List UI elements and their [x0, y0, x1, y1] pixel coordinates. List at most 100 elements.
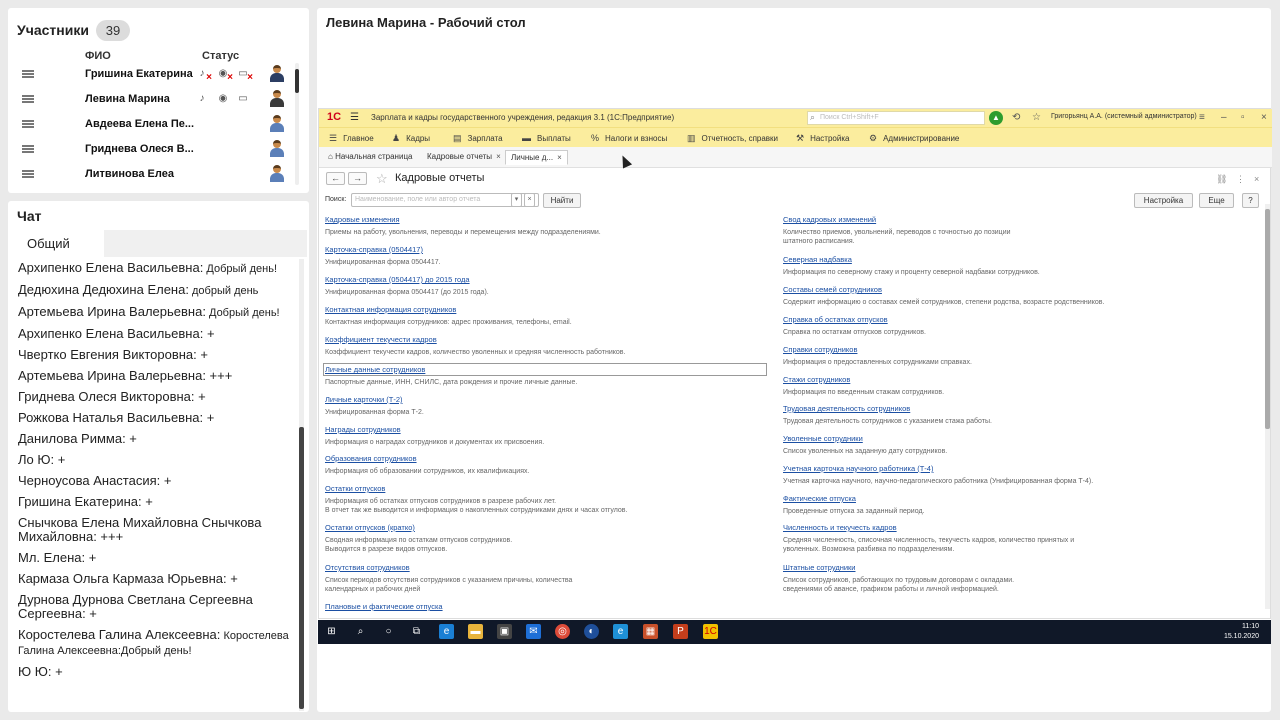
form-scrollbar[interactable] — [1265, 204, 1270, 609]
report-link[interactable]: Северная надбавка — [783, 255, 1223, 264]
conference-app-icon[interactable]: ◐ — [584, 624, 599, 639]
microphone-icon[interactable]: ♪ — [196, 93, 208, 105]
menu-icon[interactable]: ☰ — [350, 112, 359, 123]
microphone-off-icon[interactable]: ♪ — [196, 68, 212, 84]
cortana-icon[interactable]: ○ — [381, 624, 396, 639]
drag-handle-icon[interactable] — [22, 170, 34, 178]
nav-payments[interactable]: ▬ Выплаты — [522, 133, 571, 143]
close-tab-icon[interactable]: × — [496, 152, 501, 161]
nav-settings[interactable]: ⚒ Настройка — [796, 133, 849, 144]
favorite-star-icon[interactable]: ☆ — [376, 171, 388, 187]
report-link[interactable]: Карточка-справка (0504417) — [325, 245, 765, 254]
camera-off-icon[interactable]: ◉ — [217, 68, 233, 84]
nav-salary[interactable]: ▤ Зарплата — [453, 133, 503, 144]
minimize-icon[interactable]: – — [1221, 112, 1227, 123]
drag-handle-icon[interactable] — [22, 120, 34, 128]
tab-personal-data[interactable]: Личные д... × — [505, 150, 568, 165]
drag-handle-icon[interactable] — [22, 70, 34, 78]
favorites-icon[interactable]: ☆ — [1032, 112, 1041, 123]
link-icon[interactable]: ⛓ — [1216, 174, 1227, 185]
mail-icon[interactable]: ✉ — [526, 624, 541, 639]
report-item: Трудовая деятельность сотрудников Трудова… — [783, 404, 1223, 426]
report-link[interactable]: Справки сотрудников — [783, 345, 1223, 354]
onec-taskbar-icon[interactable]: 1С — [703, 624, 718, 639]
camera-icon[interactable]: ◉ — [217, 93, 229, 105]
report-link[interactable]: Справка об остатках отпусков — [783, 315, 1223, 324]
report-link[interactable]: Свод кадровых изменений — [783, 215, 1223, 224]
forward-button[interactable]: → — [348, 172, 367, 185]
report-link[interactable]: Кадровые изменения — [325, 215, 765, 224]
chat-message: Снычкова Елена Михайловна Снычкова Михай… — [18, 516, 298, 544]
participant-row[interactable]: Гриднева Олеся В... — [8, 137, 298, 162]
participant-row[interactable]: Левина Марина ♪ ◉ ▭ — [8, 87, 298, 112]
column-header-name: ФИО — [85, 50, 111, 62]
file-explorer-icon[interactable]: ▬ — [468, 624, 483, 639]
drag-handle-icon[interactable] — [22, 95, 34, 103]
task-view-icon[interactable]: ⧉ — [409, 624, 424, 639]
report-link[interactable]: Остатки отпусков (кратко) — [325, 523, 765, 532]
nav-admin[interactable]: ⚙ Администрирование — [869, 133, 959, 144]
internet-explorer-icon[interactable]: e — [613, 624, 628, 639]
report-link[interactable]: Уволенные сотрудники — [783, 434, 1223, 443]
report-link[interactable]: Учетная карточка научного работника (Т-4… — [783, 464, 1223, 473]
search-icon[interactable]: ⌕ — [353, 624, 368, 639]
back-button[interactable]: ← — [326, 172, 345, 185]
maximize-icon[interactable]: ▫ — [1241, 112, 1245, 123]
report-link[interactable]: Коэффициент текучести кадров — [325, 335, 765, 344]
search-clear-icon[interactable]: × — [524, 193, 535, 207]
report-link[interactable]: Награды сотрудников — [325, 425, 765, 434]
nav-main[interactable]: ☰ Главное — [329, 133, 374, 144]
edge-icon[interactable]: e — [439, 624, 454, 639]
nav-taxes[interactable]: % Налоги и взносы — [591, 133, 667, 143]
close-tab-icon[interactable]: × — [557, 153, 562, 162]
report-link[interactable]: Штатные сотрудники — [783, 563, 1223, 572]
more-vertical-icon[interactable]: ⋮ — [1236, 174, 1245, 185]
avatar — [270, 115, 284, 132]
close-form-icon[interactable]: × — [1254, 174, 1259, 184]
report-link[interactable]: Плановые и фактические отпуска — [325, 602, 765, 611]
close-icon[interactable]: × — [1261, 112, 1267, 123]
more-button[interactable]: Еще — [1199, 193, 1234, 208]
participant-row[interactable]: Гришина Екатерина ♪ ◉ ▭ — [8, 62, 298, 87]
tab-home[interactable]: ⌂ Начальная страница — [323, 150, 417, 165]
screen-share-off-icon[interactable]: ▭ — [237, 68, 253, 84]
powerpoint-icon[interactable]: P — [673, 624, 688, 639]
global-search-input[interactable]: Поиск Ctrl+Shift+F — [807, 111, 985, 125]
report-link[interactable]: Фактические отпуска — [783, 494, 1223, 503]
report-link[interactable]: Контактная информация сотрудников — [325, 305, 765, 314]
current-user[interactable]: Григорьянц А.А. (системный администратор… — [1051, 113, 1197, 120]
participants-scrollbar[interactable] — [295, 63, 299, 185]
report-link[interactable]: Стажи сотрудников — [783, 375, 1223, 384]
app-title: Зарплата и кадры государственного учрежд… — [371, 113, 675, 122]
store-icon[interactable]: ▣ — [497, 624, 512, 639]
report-link[interactable]: Трудовая деятельность сотрудников — [783, 404, 1223, 413]
nav-reports[interactable]: ▥ Отчетность, справки — [687, 133, 778, 144]
report-link[interactable]: Отсутствия сотрудников — [325, 563, 765, 572]
report-link[interactable]: Карточка-справка (0504417) до 2015 года — [325, 275, 765, 284]
search-dropdown-icon[interactable]: ▾ — [511, 193, 522, 207]
windows-start-icon[interactable]: ⊞ — [324, 624, 339, 639]
app-icon[interactable]: ▦ — [643, 624, 658, 639]
help-button[interactable]: ? — [1242, 193, 1259, 208]
chat-scrollbar[interactable] — [299, 259, 304, 711]
report-link[interactable]: Остатки отпусков — [325, 484, 765, 493]
nav-label: Зарплата — [467, 134, 503, 143]
screen-share-icon[interactable]: ▭ — [237, 93, 249, 105]
report-link[interactable]: Образования сотрудников — [325, 454, 765, 463]
settings-button[interactable]: Настройка — [1134, 193, 1193, 208]
tab-general[interactable]: Общий — [17, 230, 104, 257]
report-link[interactable]: Составы семей сотрудников — [783, 285, 1223, 294]
report-link[interactable]: Численность и текучесть кадров — [783, 523, 1223, 532]
report-link[interactable]: Личные данные сотрудников — [323, 363, 767, 376]
notification-icon[interactable]: ▲ — [989, 111, 1003, 125]
drag-handle-icon[interactable] — [22, 145, 34, 153]
report-link[interactable]: Личные карточки (Т-2) — [325, 395, 765, 404]
participant-row[interactable]: Литвинова Елеа — [8, 162, 298, 187]
tab-personnel-reports[interactable]: Кадровые отчеты × — [422, 150, 506, 165]
nav-personnel[interactable]: ♟ Кадры — [392, 133, 430, 144]
settings-menu-icon[interactable]: ≡ — [1199, 112, 1205, 123]
participant-row[interactable]: Авдеева Елена Пе... — [8, 112, 298, 137]
chrome-icon[interactable]: ◎ — [555, 624, 570, 639]
history-icon[interactable]: ⟲ — [1012, 112, 1020, 123]
find-button[interactable]: Найти — [543, 193, 581, 208]
